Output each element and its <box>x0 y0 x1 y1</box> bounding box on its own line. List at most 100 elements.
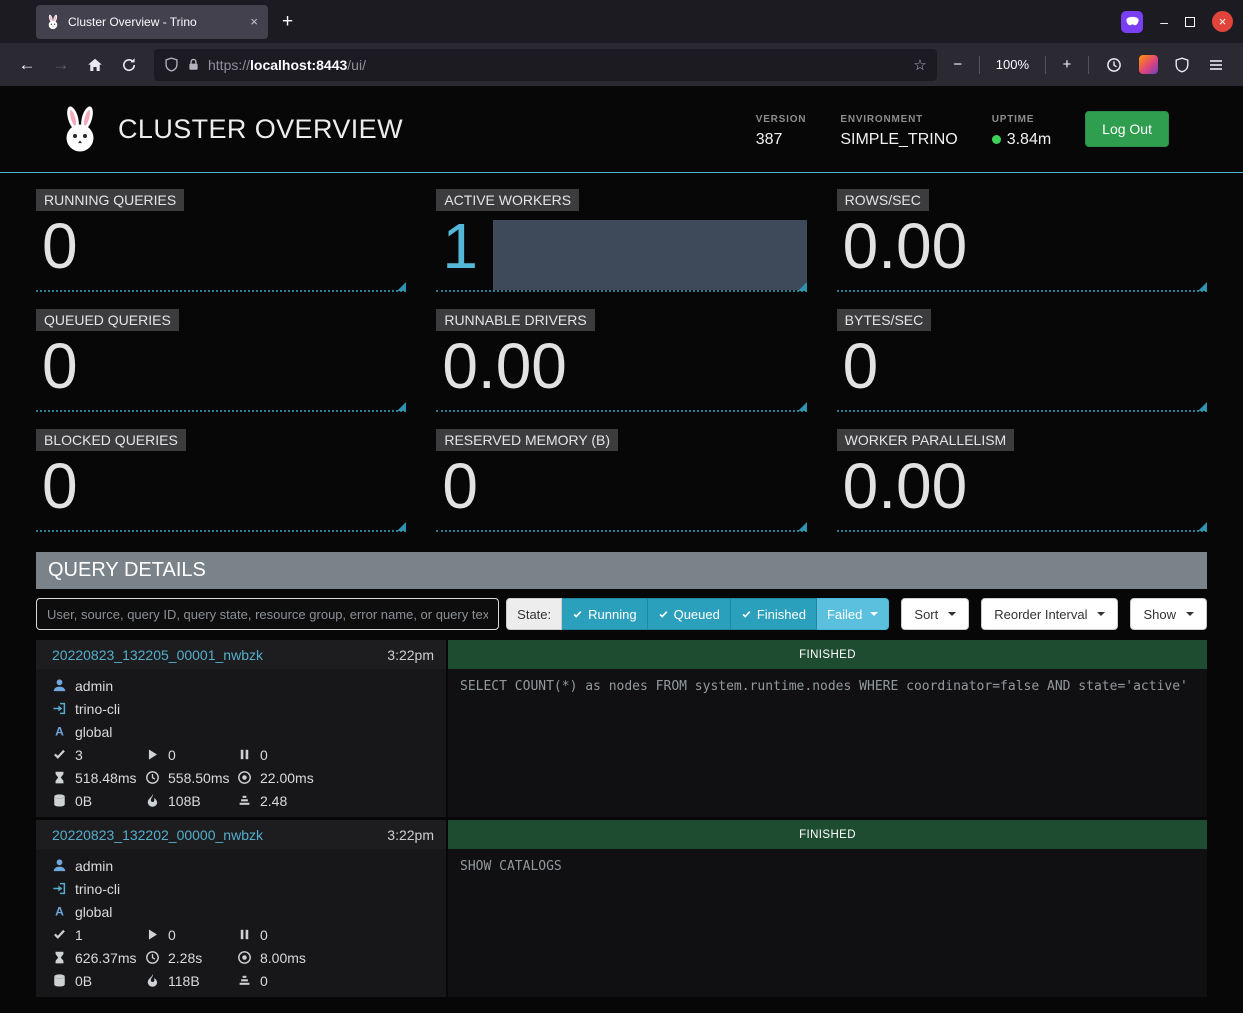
browser-tab-bar: Cluster Overview - Trino × + – × <box>0 0 1243 43</box>
zoom-level[interactable]: 100% <box>996 57 1029 72</box>
filter-running-button[interactable]: Running <box>562 598 647 630</box>
sparkline <box>837 410 1207 412</box>
sort-dropdown[interactable]: Sort <box>901 598 969 630</box>
state-label: State: <box>506 598 562 630</box>
url-text: https://localhost:8443/ui/ <box>208 57 906 73</box>
stat-card-reserved-memory: RESERVED MEMORY (B) 0 <box>436 429 806 536</box>
sparkline <box>36 530 406 532</box>
stat-card-worker-parallelism: WORKER PARALLELISM 0.00 <box>837 429 1207 536</box>
sparkline-marker-icon <box>397 522 406 531</box>
cumulative-memory-icon <box>237 973 252 988</box>
tab-close-icon[interactable]: × <box>250 14 258 29</box>
window-maximize-button[interactable] <box>1185 17 1195 27</box>
source-icon <box>52 881 67 896</box>
environment-value: SIMPLE_TRINO <box>840 131 957 149</box>
elapsed-time-icon <box>145 950 160 965</box>
browser-tab[interactable]: Cluster Overview - Trino × <box>36 5 268 39</box>
elapsed-time: 558.50ms <box>168 770 229 786</box>
environment-block: ENVIRONMENT SIMPLE_TRINO <box>840 114 957 149</box>
queued-splits: 0 <box>260 747 268 763</box>
stat-label: ROWS/SEC <box>837 189 929 211</box>
chevron-down-icon <box>1097 612 1105 616</box>
stat-card-active-workers: ACTIVE WORKERS 1 <box>436 189 806 296</box>
sparkline-marker-icon <box>397 402 406 411</box>
query-body: admin trino-cli global 1 0 0 626.37ms 2.… <box>36 849 1207 997</box>
sparkline-marker-icon <box>798 522 807 531</box>
home-button[interactable] <box>80 50 110 80</box>
current-memory: 0B <box>75 973 92 989</box>
filter-finished-button[interactable]: Finished <box>731 598 817 630</box>
source-icon <box>52 701 67 716</box>
stat-value: 0.00 <box>442 331 567 401</box>
query-header-left: 20220823_132205_00001_nwbzk 3:22pm <box>36 640 446 669</box>
status-badge: FINISHED <box>448 820 1207 849</box>
stat-value: 0 <box>843 331 879 401</box>
uptime-block: UPTIME 3.84m <box>992 114 1051 149</box>
tracking-shield-icon[interactable] <box>164 57 179 72</box>
window-close-button[interactable]: × <box>1212 11 1233 32</box>
running-splits: 0 <box>168 927 176 943</box>
query-time: 3:22pm <box>387 827 434 843</box>
queued-splits-icon <box>237 927 252 942</box>
url-bar[interactable]: https://localhost:8443/ui/ ☆ <box>154 49 937 81</box>
completed-splits: 1 <box>75 927 83 943</box>
reload-button[interactable] <box>114 50 144 80</box>
menu-icon[interactable] <box>1201 50 1231 80</box>
zoom-out-button[interactable]: − <box>947 56 969 73</box>
filter-queued-button[interactable]: Queued <box>648 598 731 630</box>
query-header: 20220823_132205_00001_nwbzk 3:22pm FINIS… <box>36 640 1207 669</box>
peak-memory: 108B <box>168 793 201 809</box>
history-clock-icon[interactable] <box>1099 50 1129 80</box>
show-dropdown[interactable]: Show <box>1130 598 1207 630</box>
logout-button[interactable]: Log Out <box>1085 111 1169 147</box>
query-user: admin <box>75 858 113 874</box>
cumulative-memory: 2.48 <box>260 793 287 809</box>
stat-card-running-queries: RUNNING QUERIES 0 <box>36 189 406 296</box>
peak-memory: 118B <box>168 973 200 989</box>
new-tab-button[interactable]: + <box>282 11 293 33</box>
search-input[interactable] <box>36 598 499 630</box>
wall-time-icon <box>52 950 67 965</box>
elapsed-time: 2.28s <box>168 950 202 966</box>
user-icon <box>52 858 67 873</box>
query-toolbar: State: Running Queued Finished Failed So… <box>36 598 1207 630</box>
resource-group-icon <box>52 724 67 739</box>
query-time: 3:22pm <box>387 647 434 663</box>
peak-memory-icon <box>145 793 160 808</box>
extension-icon[interactable] <box>1133 50 1163 80</box>
query-resource-group: global <box>75 904 112 920</box>
cumulative-memory-icon <box>237 793 252 808</box>
stats-grid: RUNNING QUERIES 0 ACTIVE WORKERS 1 ROWS/… <box>0 173 1243 536</box>
forward-button[interactable]: → <box>46 50 76 80</box>
running-splits-icon <box>145 747 160 762</box>
lock-icon[interactable] <box>186 57 201 72</box>
separator <box>1088 56 1089 74</box>
protections-shield-icon[interactable] <box>1167 50 1197 80</box>
query-resource-group: global <box>75 724 112 740</box>
running-splits: 0 <box>168 747 176 763</box>
sparkline <box>436 410 806 412</box>
status-badge: FINISHED <box>448 640 1207 669</box>
reorder-interval-dropdown[interactable]: Reorder Interval <box>981 598 1118 630</box>
window-minimize-button[interactable]: – <box>1160 14 1168 30</box>
wall-time: 626.37ms <box>75 950 136 966</box>
query-row: 20220823_132205_00001_nwbzk 3:22pm FINIS… <box>36 640 1207 817</box>
sparkline-marker-icon <box>798 282 807 291</box>
stat-value: 0.00 <box>843 211 968 281</box>
bookmark-star-icon[interactable]: ☆ <box>913 56 926 74</box>
filter-failed-dropdown[interactable]: Failed <box>817 598 889 630</box>
queued-splits-icon <box>237 747 252 762</box>
back-button[interactable]: ← <box>12 50 42 80</box>
query-info-panel: admin trino-cli global 3 0 0 518.48ms 55… <box>36 669 446 817</box>
zoom-in-button[interactable]: + <box>1056 56 1078 73</box>
sparkline <box>36 410 406 412</box>
extension-badge-icon[interactable] <box>1121 11 1143 33</box>
query-id-link[interactable]: 20220823_132205_00001_nwbzk <box>52 647 263 663</box>
completed-splits: 3 <box>75 747 83 763</box>
current-memory-icon <box>52 793 67 808</box>
sparkline <box>436 530 806 532</box>
query-user: admin <box>75 678 113 694</box>
trino-logo-icon <box>58 105 102 153</box>
query-id-link[interactable]: 20220823_132202_00000_nwbzk <box>52 827 263 843</box>
check-icon <box>741 609 752 620</box>
